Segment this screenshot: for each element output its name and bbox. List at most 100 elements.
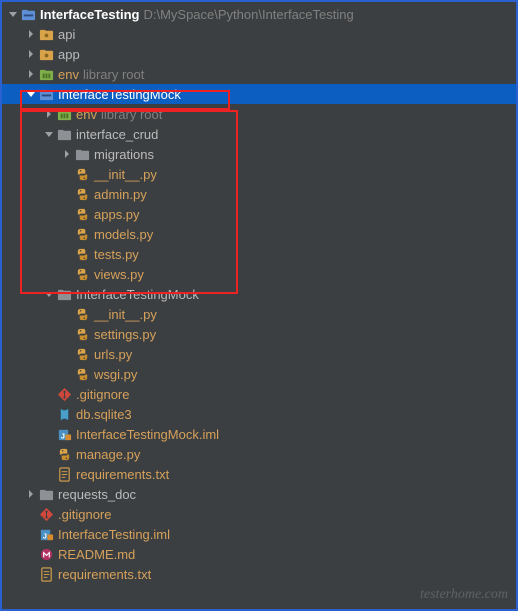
folder-icon	[56, 286, 72, 302]
svg-text:J: J	[60, 431, 64, 440]
tree-row[interactable]: migrations	[2, 144, 516, 164]
tree-item-label: requests_doc	[58, 487, 136, 502]
tree-item-label: apps.py	[94, 207, 140, 222]
lib-icon	[56, 106, 72, 122]
chevron-right-icon[interactable]	[62, 149, 72, 159]
tree-row[interactable]: J InterfaceTestingMock.iml	[2, 424, 516, 444]
chevron-right-icon[interactable]	[26, 69, 36, 79]
tree-item-label: db.sqlite3	[76, 407, 132, 422]
tree-item-label: .gitignore	[76, 387, 129, 402]
txt-icon	[38, 566, 54, 582]
pkg-y-icon	[38, 46, 54, 62]
tree-row[interactable]: InterfaceTesting D:\MySpace\Python\Interf…	[2, 4, 516, 24]
py-icon	[74, 306, 90, 322]
chevron-right-icon[interactable]	[44, 109, 54, 119]
folder-icon	[38, 486, 54, 502]
tree-item-label: views.py	[94, 267, 144, 282]
tree-row[interactable]: api	[2, 24, 516, 44]
chevron-right-icon[interactable]	[26, 489, 36, 499]
tree-item-label: __init__.py	[94, 167, 157, 182]
tree-row[interactable]: __init__.py	[2, 304, 516, 324]
git-icon	[38, 506, 54, 522]
tree-row[interactable]: __init__.py	[2, 164, 516, 184]
tree-item-label: tests.py	[94, 247, 139, 262]
tree-item-label: api	[58, 27, 75, 42]
tree-row[interactable]: env library root	[2, 64, 516, 84]
py-icon	[74, 246, 90, 262]
py-icon	[74, 206, 90, 222]
py-icon	[74, 346, 90, 362]
tree-item-label: requirements.txt	[58, 567, 151, 582]
tree-row[interactable]: db.sqlite3	[2, 404, 516, 424]
tree-item-label: InterfaceTestingMock	[76, 287, 199, 302]
tree-row[interactable]: wsgi.py	[2, 364, 516, 384]
tree-item-label: InterfaceTestingMock	[58, 87, 181, 102]
project-tree: InterfaceTesting D:\MySpace\Python\Interf…	[2, 2, 516, 584]
tree-row[interactable]: tests.py	[2, 244, 516, 264]
tree-row[interactable]: manage.py	[2, 444, 516, 464]
tree-item-label: InterfaceTesting	[40, 7, 139, 22]
py-icon	[74, 326, 90, 342]
pkg-y-icon	[38, 26, 54, 42]
tree-row[interactable]: interface_crud	[2, 124, 516, 144]
tree-item-label: InterfaceTestingMock.iml	[76, 427, 219, 442]
tree-item-label: wsgi.py	[94, 367, 137, 382]
tree-row[interactable]: InterfaceTestingMock	[2, 84, 516, 104]
tree-row[interactable]: InterfaceTestingMock	[2, 284, 516, 304]
iml-icon: J	[38, 526, 54, 542]
git-icon	[56, 386, 72, 402]
watermark: testerhome.com	[420, 587, 508, 603]
tree-row[interactable]: apps.py	[2, 204, 516, 224]
txt-icon	[56, 466, 72, 482]
proj-icon	[20, 6, 36, 22]
svg-text:J: J	[42, 531, 46, 540]
tree-row[interactable]: requirements.txt	[2, 464, 516, 484]
tree-row[interactable]: views.py	[2, 264, 516, 284]
tree-row[interactable]: urls.py	[2, 344, 516, 364]
chevron-down-icon[interactable]	[44, 129, 54, 139]
tree-item-label: migrations	[94, 147, 154, 162]
folder-icon	[56, 126, 72, 142]
tree-item-label: app	[58, 47, 80, 62]
chevron-right-icon[interactable]	[26, 29, 36, 39]
chevron-down-icon[interactable]	[44, 289, 54, 299]
tree-item-label: env	[76, 107, 97, 122]
lib-icon	[38, 66, 54, 82]
tree-item-extra: library root	[83, 67, 144, 82]
folder-icon	[74, 146, 90, 162]
tree-item-label: .gitignore	[58, 507, 111, 522]
tree-row[interactable]: .gitignore	[2, 384, 516, 404]
tree-row[interactable]: requirements.txt	[2, 564, 516, 584]
tree-item-label: InterfaceTesting.iml	[58, 527, 170, 542]
tree-item-label: interface_crud	[76, 127, 158, 142]
tree-row[interactable]: models.py	[2, 224, 516, 244]
tree-row[interactable]: admin.py	[2, 184, 516, 204]
tree-item-label: admin.py	[94, 187, 147, 202]
tree-row[interactable]: .gitignore	[2, 504, 516, 524]
tree-row[interactable]: app	[2, 44, 516, 64]
proj-icon	[38, 86, 54, 102]
tree-item-label: env	[58, 67, 79, 82]
chevron-down-icon[interactable]	[8, 9, 18, 19]
py-icon	[74, 166, 90, 182]
py-icon	[74, 266, 90, 282]
py-icon	[74, 186, 90, 202]
py-icon	[74, 366, 90, 382]
tree-item-label: requirements.txt	[76, 467, 169, 482]
tree-item-extra: library root	[101, 107, 162, 122]
tree-item-label: urls.py	[94, 347, 132, 362]
tree-item-label: settings.py	[94, 327, 156, 342]
tree-row[interactable]: requests_doc	[2, 484, 516, 504]
tree-item-extra: D:\MySpace\Python\InterfaceTesting	[143, 7, 353, 22]
tree-row[interactable]: README.md	[2, 544, 516, 564]
md-icon	[38, 546, 54, 562]
chevron-right-icon[interactable]	[26, 49, 36, 59]
chevron-down-icon[interactable]	[26, 89, 36, 99]
py-icon	[74, 226, 90, 242]
tree-row[interactable]: settings.py	[2, 324, 516, 344]
tree-row[interactable]: J InterfaceTesting.iml	[2, 524, 516, 544]
db-icon	[56, 406, 72, 422]
tree-item-label: manage.py	[76, 447, 140, 462]
tree-item-label: README.md	[58, 547, 135, 562]
tree-row[interactable]: env library root	[2, 104, 516, 124]
